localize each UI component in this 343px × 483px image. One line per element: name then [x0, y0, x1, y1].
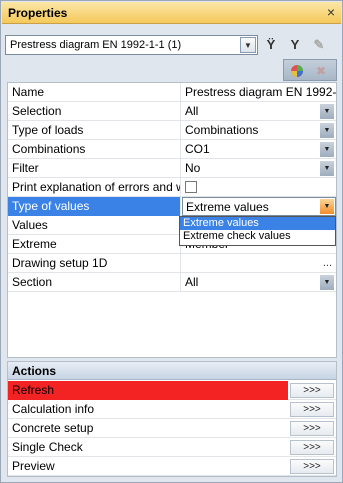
property-value[interactable]: All [182, 273, 336, 292]
chevron-down-icon[interactable]: ▼ [320, 104, 334, 119]
action-label: Single Check [12, 440, 83, 454]
type-of-values-dropdown-list: Extreme values Extreme check values [179, 216, 336, 246]
property-value[interactable]: All [182, 102, 336, 121]
property-row-section: Section All ▼ [8, 273, 336, 292]
property-row-type-of-values: Type of values Extreme values ▼ [8, 197, 336, 216]
property-label: Print explanation of errors and w... [8, 178, 181, 197]
property-label: Combinations [8, 140, 181, 159]
properties-window: Properties × Prestress diagram EN 1992-1… [0, 0, 343, 483]
property-row-print-explanation: Print explanation of errors and w... [8, 178, 336, 197]
action-label: Preview [12, 459, 55, 473]
property-label: Selection [8, 102, 181, 121]
ellipsis-button[interactable]: ... [323, 254, 332, 272]
property-value[interactable]: CO1 [182, 140, 336, 159]
action-label: Concrete setup [12, 421, 94, 435]
calculation-info-button[interactable]: >>> [290, 402, 334, 417]
property-row-selection: Selection All ▼ [8, 102, 336, 121]
property-label: Name [8, 83, 181, 102]
property-label: Type of values [8, 197, 181, 216]
property-value[interactable]: Combinations [182, 121, 336, 140]
action-row-concrete-setup: Concrete setup >>> [8, 419, 336, 438]
title-bar: Properties × [2, 2, 341, 24]
property-row-filter: Filter No ▼ [8, 159, 336, 178]
property-row-type-of-loads: Type of loads Combinations ▼ [8, 121, 336, 140]
action-label: Calculation info [12, 402, 95, 416]
action-row-single-check: Single Check >>> [8, 438, 336, 457]
chevron-down-icon[interactable]: ▼ [320, 199, 334, 214]
concrete-setup-button[interactable]: >>> [290, 421, 334, 436]
filter-add-icon[interactable]: Y [285, 34, 305, 56]
property-label: Section [8, 273, 181, 292]
property-value[interactable] [182, 254, 336, 273]
action-row-refresh: Refresh >>> [8, 381, 336, 400]
preview-button[interactable]: >>> [290, 459, 334, 474]
chevron-down-icon[interactable]: ▼ [320, 123, 334, 138]
property-value[interactable]: No [182, 159, 336, 178]
property-value[interactable]: Prestress diagram EN 1992-1-1 [182, 83, 336, 102]
print-explanation-checkbox[interactable] [185, 181, 197, 193]
action-row-calculation-info: Calculation info >>> [8, 400, 336, 419]
svg-text:✖: ✖ [316, 64, 326, 78]
chevron-down-icon[interactable]: ▼ [320, 275, 334, 290]
object-selector[interactable]: Prestress diagram EN 1992-1-1 (1) ▼ [5, 35, 258, 55]
chevron-down-icon[interactable]: ▼ [320, 161, 334, 176]
property-value [182, 178, 336, 197]
window-title: Properties [8, 6, 68, 20]
property-value[interactable]: Extreme values [182, 197, 336, 216]
single-check-button[interactable]: >>> [290, 440, 334, 455]
property-label: Drawing setup 1D [8, 254, 181, 273]
toolbar-secondary: ✖ [283, 59, 337, 81]
color-palette-icon[interactable]: ✖ [284, 60, 338, 82]
dropdown-option[interactable]: Extreme values [180, 217, 335, 230]
property-row-combinations: Combinations CO1 ▼ [8, 140, 336, 159]
dropdown-option[interactable]: Extreme check values [180, 230, 335, 243]
refresh-button[interactable]: >>> [290, 383, 334, 398]
property-label: Filter [8, 159, 181, 178]
edit-pencil-icon[interactable]: ✎ [309, 34, 329, 56]
chevron-down-icon[interactable]: ▼ [320, 142, 334, 157]
actions-header: Actions [8, 362, 336, 380]
property-label: Values [8, 216, 181, 235]
actions-panel: Actions Refresh >>> Calculation info >>>… [7, 361, 337, 477]
close-icon[interactable]: × [327, 4, 335, 20]
filter-select-icon[interactable]: Ÿ [261, 34, 281, 56]
property-label: Extreme [8, 235, 181, 254]
object-selector-value: Prestress diagram EN 1992-1-1 (1) [10, 39, 182, 51]
property-row-name: Name Prestress diagram EN 1992-1-1 [8, 83, 336, 102]
action-label: Refresh [8, 381, 288, 400]
property-label: Type of loads [8, 121, 181, 140]
action-row-preview: Preview >>> [8, 457, 336, 476]
property-row-drawing-setup: Drawing setup 1D ... [8, 254, 336, 273]
chevron-down-icon[interactable]: ▼ [240, 37, 256, 53]
